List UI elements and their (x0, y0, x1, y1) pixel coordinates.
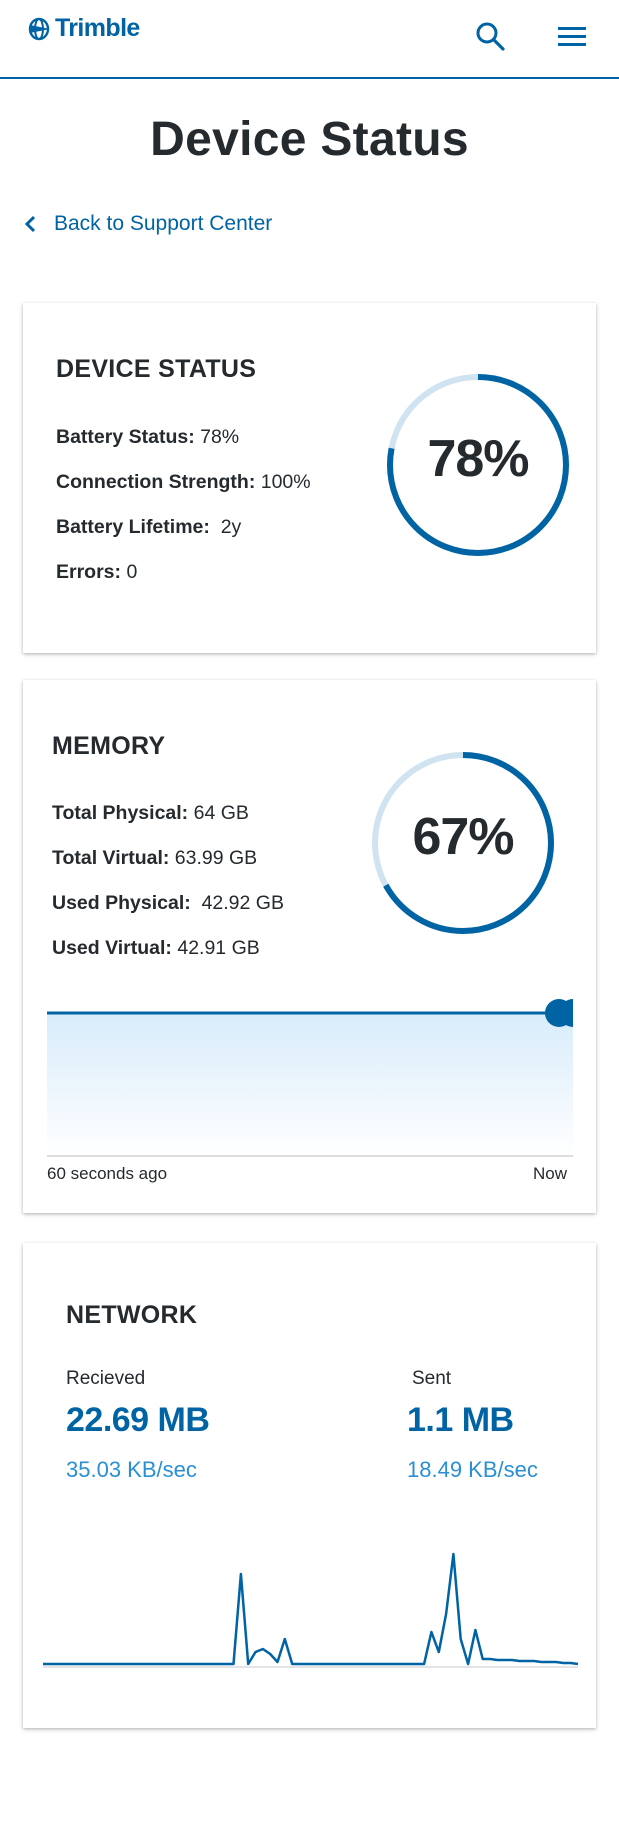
stat-value: 100% (255, 471, 311, 493)
stat-label: Battery Status: (56, 426, 195, 448)
device-status-card: DEVICE STATUS Battery Status: 78% Connec… (23, 303, 596, 653)
chart-start-label: 60 seconds ago (47, 1164, 168, 1183)
memory-card: MEMORY Total Physical: 64 GB Total Virtu… (23, 680, 596, 1213)
hamburger-menu-icon (558, 27, 586, 46)
stat-value: 42.92 GB (190, 892, 284, 914)
stat-value: 78% (194, 426, 240, 448)
menu-button[interactable] (554, 20, 590, 54)
device-status-page: Trimble Device Status Back to Support Ce… (0, 0, 619, 1840)
total-physical-row: Total Physical: 64 GB (52, 802, 249, 825)
stat-value: 64 GB (188, 802, 249, 824)
sent-total: 1.1 MB (407, 1401, 514, 1439)
memory-gauge-label: 67% (412, 808, 514, 866)
network-traffic-chart (43, 1552, 578, 1668)
search-button[interactable] (474, 20, 508, 54)
stat-label: Used Physical: (52, 892, 191, 914)
received-rate: 35.03 KB/sec (66, 1457, 197, 1482)
stat-value: 2y (209, 516, 242, 538)
used-virtual-row: Used Virtual: 42.91 GB (52, 937, 260, 960)
network-title: NETWORK (66, 1301, 198, 1329)
total-virtual-row: Total Virtual: 63.99 GB (52, 847, 257, 870)
battery-status-row: Battery Status: 78% (56, 426, 239, 449)
stat-label: Total Physical: (52, 802, 189, 824)
stat-label: Errors: (56, 561, 122, 583)
brand-name: Trimble (55, 14, 140, 42)
network-card: NETWORK Recieved 22.69 MB 35.03 KB/sec S… (23, 1243, 596, 1728)
sent-label: Sent (412, 1368, 452, 1389)
trimble-globe-icon (28, 17, 50, 40)
memory-title: MEMORY (52, 732, 166, 760)
memory-area-fill (47, 1013, 573, 1156)
errors-row: Errors: 0 (56, 561, 137, 584)
received-total: 22.69 MB (66, 1401, 210, 1439)
battery-gauge-label: 78% (427, 430, 529, 488)
stat-value: 42.91 GB (171, 937, 260, 959)
stat-label: Connection Strength: (56, 471, 256, 493)
site-header: Trimble (0, 0, 619, 79)
back-link-label: Back to Support Center (54, 212, 273, 235)
chevron-left-icon (24, 215, 36, 233)
connection-strength-row: Connection Strength: 100% (56, 471, 311, 494)
device-status-title: DEVICE STATUS (56, 355, 257, 383)
current-point-marker-cap (545, 999, 573, 1027)
stat-label: Used Virtual: (52, 937, 172, 959)
chart-end-label: Now (533, 1164, 568, 1183)
network-series-line (43, 1552, 578, 1666)
battery-lifetime-row: Battery Lifetime: 2y (56, 516, 241, 539)
back-to-support-link[interactable]: Back to Support Center (24, 212, 272, 236)
sent-rate: 18.49 KB/sec (407, 1457, 538, 1482)
page-title: Device Status (150, 113, 469, 166)
stat-label: Battery Lifetime: (56, 516, 210, 538)
stat-value: 63.99 GB (169, 847, 258, 869)
received-label: Recieved (66, 1368, 146, 1389)
stat-label: Total Virtual: (52, 847, 170, 869)
used-physical-row: Used Physical: 42.92 GB (52, 892, 284, 915)
trimble-logo[interactable]: Trimble (27, 14, 140, 43)
stat-value: 0 (121, 561, 138, 583)
memory-usage-chart (47, 999, 573, 1157)
search-icon (476, 22, 505, 51)
